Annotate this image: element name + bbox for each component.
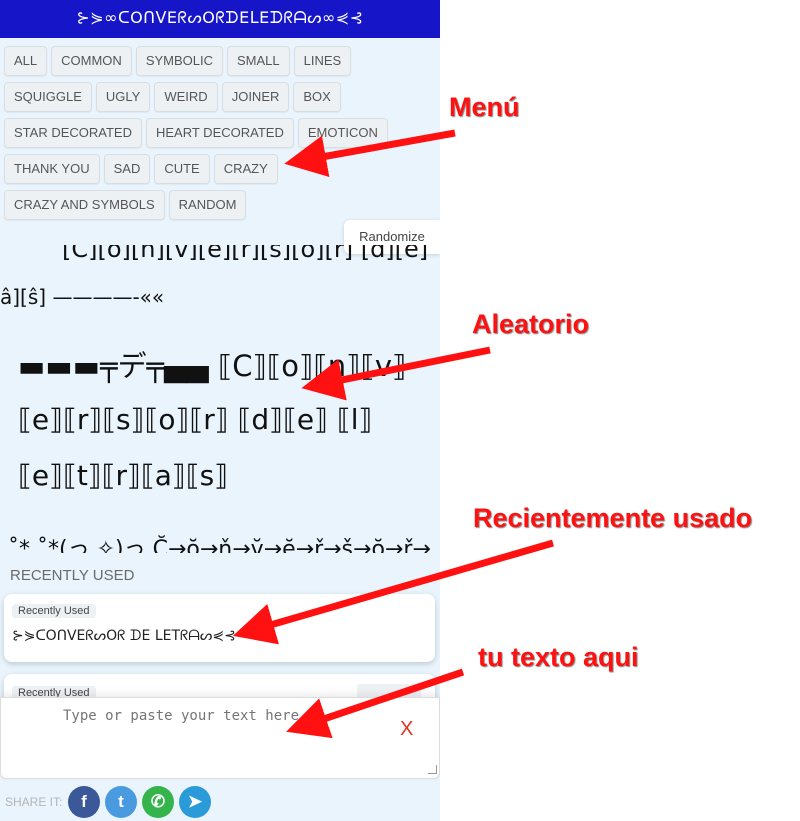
annotation-input: tu texto aqui [478, 642, 639, 672]
annotation-menu: Menú [449, 92, 520, 122]
annotation-aleatorio: Aleatorio [472, 309, 590, 339]
arrow-recent [232, 539, 554, 645]
arrow-input [286, 668, 465, 739]
annotation-arrows [232, 129, 554, 739]
arrow-aleatorio [301, 346, 491, 401]
annotation-recent: Recientemente usado [473, 503, 753, 533]
arrow-menu [284, 129, 456, 177]
